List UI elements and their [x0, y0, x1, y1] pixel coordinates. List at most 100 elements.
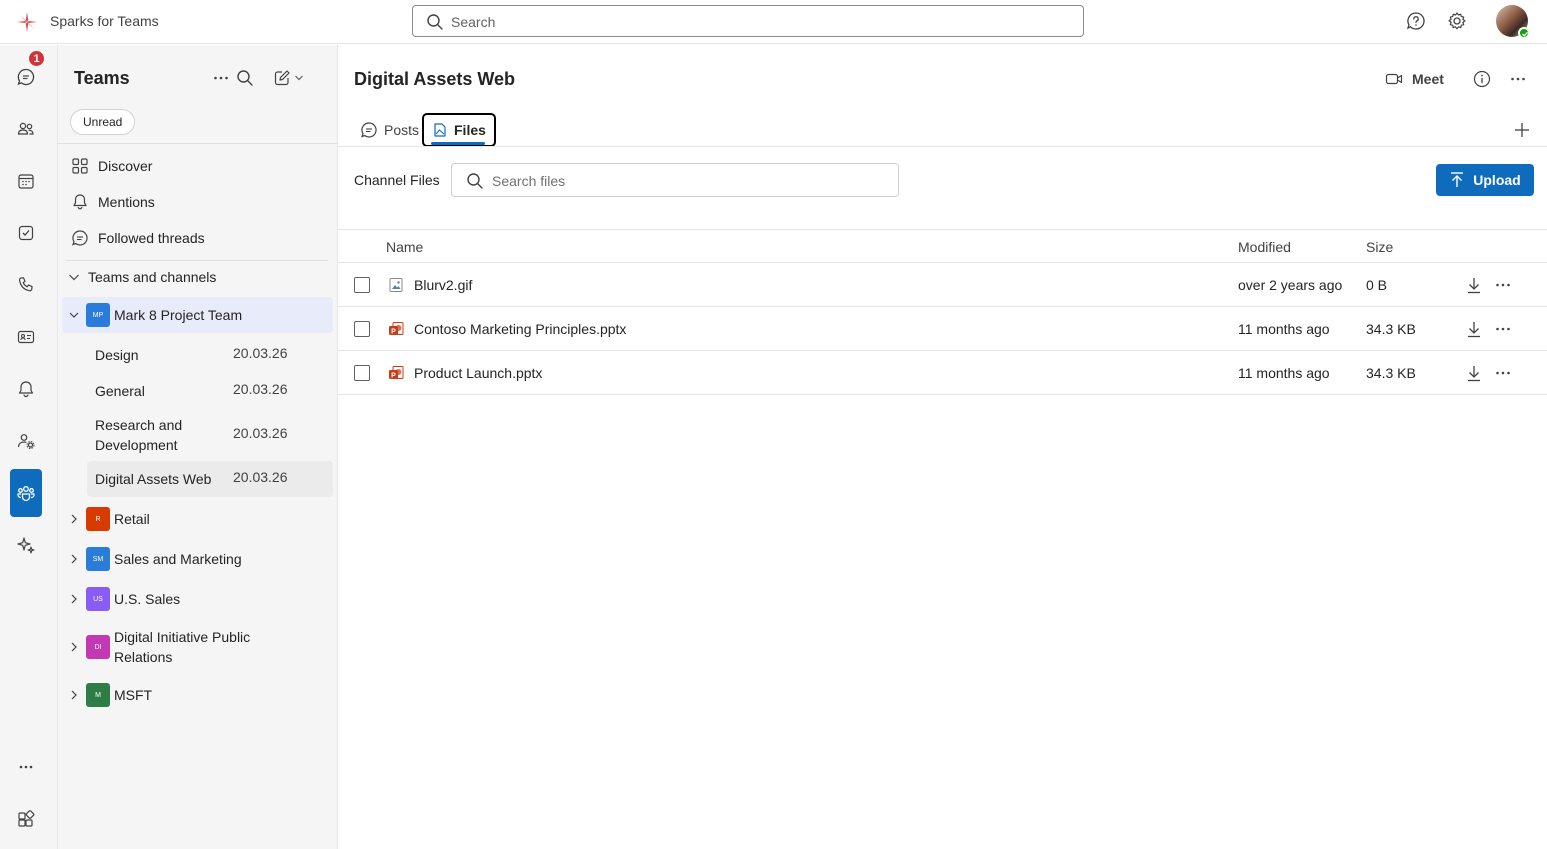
- upload-arrow-icon: [1449, 171, 1465, 189]
- files-tab-icon: [432, 122, 448, 138]
- file-name[interactable]: Contoso Marketing Principles.pptx: [414, 321, 626, 337]
- column-header-size[interactable]: Size: [1366, 239, 1393, 255]
- channel-name: Research and Development: [95, 417, 183, 453]
- compose-chevron-down-icon[interactable]: [294, 73, 304, 83]
- unread-filter-button[interactable]: Unread: [70, 109, 136, 135]
- channel-date: 20.03.26: [233, 469, 288, 485]
- row-checkbox[interactable]: [354, 365, 370, 381]
- rail-apps-button[interactable]: [10, 803, 42, 835]
- row-more-options-icon[interactable]: [1493, 363, 1513, 383]
- channel-digital-assets-web[interactable]: Digital Assets Web 20.03.26: [87, 461, 333, 497]
- nav-discover-label: Discover: [98, 158, 153, 174]
- search-icon: [426, 13, 444, 31]
- files-search-input[interactable]: [492, 171, 882, 191]
- nav-mentions[interactable]: Mentions: [70, 188, 155, 216]
- file-row[interactable]: P Product Launch.pptx 11 months ago 34.3…: [338, 350, 1547, 394]
- bell-icon: [16, 379, 36, 399]
- channel-name: General: [95, 383, 145, 399]
- presence-available-icon: [1518, 27, 1530, 39]
- rail-calls-button[interactable]: [10, 269, 42, 301]
- settings-gear-icon[interactable]: [1446, 10, 1468, 32]
- file-row[interactable]: Blurv2.gif over 2 years ago 0 B: [338, 262, 1547, 306]
- apps-grid-icon: [16, 809, 36, 829]
- table-divider: [338, 229, 1547, 230]
- file-size: 34.3 KB: [1366, 365, 1416, 381]
- team-mark-8-project-team[interactable]: MP Mark 8 Project Team: [62, 297, 333, 333]
- file-row[interactable]: P Contoso Marketing Principles.pptx 11 m…: [338, 306, 1547, 350]
- channel-main: Digital Assets Web Meet Posts Files Chan…: [338, 45, 1547, 849]
- teams-icon: [16, 483, 36, 503]
- channel-research-and-development[interactable]: Research and Development 20.03.26: [87, 413, 333, 457]
- column-header-name[interactable]: Name: [386, 239, 423, 255]
- user-avatar[interactable]: [1496, 5, 1530, 39]
- channel-date: 20.03.26: [233, 381, 288, 397]
- row-more-options-icon[interactable]: [1493, 319, 1513, 339]
- files-search[interactable]: [451, 163, 899, 197]
- channel-design[interactable]: Design 20.03.26: [87, 341, 333, 369]
- chevron-right-icon: [66, 591, 82, 607]
- image-file-icon: [388, 277, 404, 293]
- tab-posts[interactable]: Posts: [360, 115, 419, 145]
- rail-copilot-button[interactable]: [10, 529, 42, 561]
- column-header-modified[interactable]: Modified: [1238, 239, 1291, 255]
- global-search-input[interactable]: [451, 12, 1051, 32]
- download-icon[interactable]: [1465, 319, 1483, 339]
- compose-icon[interactable]: [272, 68, 292, 88]
- top-bar: Sparks for Teams: [0, 0, 1547, 44]
- download-icon[interactable]: [1465, 275, 1483, 295]
- teams-and-channels-header[interactable]: Teams and channels: [66, 269, 216, 285]
- team-us-sales[interactable]: US U.S. Sales: [62, 585, 333, 613]
- calendar-icon: [16, 171, 36, 191]
- info-icon[interactable]: [1472, 69, 1492, 89]
- rail-more-apps-button[interactable]: [10, 751, 42, 783]
- chat-unread-badge: 1: [27, 49, 46, 68]
- svg-text:P: P: [391, 372, 396, 379]
- file-size: 34.3 KB: [1366, 321, 1416, 337]
- download-icon[interactable]: [1465, 363, 1483, 383]
- global-search[interactable]: [412, 5, 1084, 37]
- team-retail[interactable]: R Retail: [62, 505, 333, 533]
- chat-bubble-icon: [70, 228, 90, 248]
- tab-posts-label: Posts: [384, 122, 420, 138]
- channel-general[interactable]: General 20.03.26: [87, 377, 333, 405]
- team-digital-initiative-public-relations[interactable]: DI Digital Initiative Public Relations: [62, 625, 333, 669]
- rail-calendar-button[interactable]: [10, 165, 42, 197]
- rail-teams-button[interactable]: [10, 469, 42, 517]
- team-avatar: US: [86, 587, 110, 611]
- tabs-divider: [338, 146, 1547, 147]
- file-name[interactable]: Product Launch.pptx: [414, 365, 542, 381]
- row-checkbox[interactable]: [354, 321, 370, 337]
- help-icon[interactable]: [1405, 10, 1427, 32]
- panel-divider: [58, 143, 338, 144]
- nav-discover[interactable]: Discover: [70, 152, 152, 180]
- add-tab-plus-icon[interactable]: [1513, 121, 1531, 139]
- channel-more-options-icon[interactable]: [1508, 69, 1528, 89]
- rail-contacts-button[interactable]: [10, 321, 42, 353]
- panel-more-options-icon[interactable]: [211, 68, 231, 88]
- team-name: MSFT: [114, 687, 153, 703]
- meet-label: Meet: [1412, 71, 1444, 87]
- file-size: 0 B: [1366, 277, 1388, 293]
- chat-icon: [16, 67, 36, 87]
- team-sales-and-marketing[interactable]: SM Sales and Marketing: [62, 545, 333, 573]
- rail-activity-button[interactable]: [10, 373, 42, 405]
- panel-search-icon[interactable]: [235, 68, 255, 88]
- rail-people-button[interactable]: [10, 113, 42, 145]
- chat-bubble-icon: [360, 121, 378, 139]
- upload-button[interactable]: Upload: [1436, 164, 1534, 196]
- section-label: Teams and channels: [88, 269, 217, 285]
- rail-tasks-button[interactable]: [10, 217, 42, 249]
- meet-button[interactable]: Meet: [1384, 69, 1444, 89]
- team-msft[interactable]: M MSFT: [62, 681, 333, 709]
- file-modified: 11 months ago: [1238, 321, 1330, 337]
- row-checkbox[interactable]: [354, 277, 370, 293]
- contact-card-icon: [16, 327, 36, 347]
- row-more-options-icon[interactable]: [1493, 275, 1513, 295]
- nav-followed-threads[interactable]: Followed threads: [70, 224, 205, 252]
- nav-mentions-label: Mentions: [98, 194, 155, 210]
- tab-files[interactable]: Files: [422, 113, 496, 147]
- chevron-down-icon: [66, 269, 82, 285]
- rail-community-button[interactable]: [10, 425, 42, 457]
- team-avatar: SM: [86, 547, 110, 571]
- file-name[interactable]: Blurv2.gif: [414, 277, 472, 293]
